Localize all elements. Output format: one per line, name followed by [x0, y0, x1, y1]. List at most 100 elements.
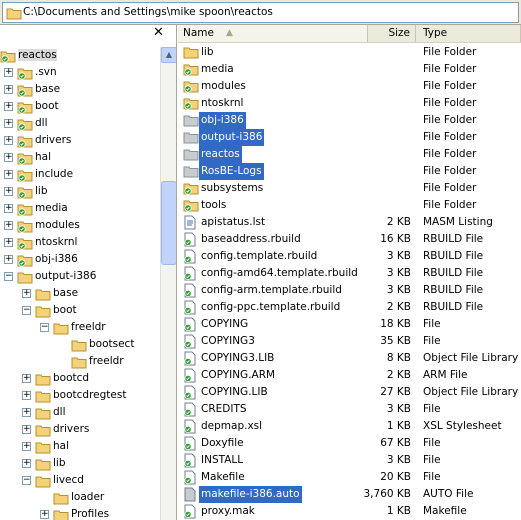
tree-item[interactable]: + dll	[0, 115, 160, 132]
tree-item[interactable]: + .svn	[0, 64, 160, 81]
expand-icon[interactable]: +	[4, 119, 13, 128]
expand-icon[interactable]: +	[22, 374, 31, 383]
expand-icon[interactable]: +	[22, 408, 31, 417]
tree-item[interactable]: + ntoskrnl	[0, 234, 160, 251]
file-type: File	[423, 454, 441, 466]
tree-item[interactable]: + bootcdregtest	[0, 387, 160, 404]
address-field[interactable]: C:\Documents and Settings\mike spoon\rea…	[2, 2, 519, 23]
file-row[interactable]: modules File Folder	[178, 78, 521, 95]
file-row[interactable]: COPYING3.LIB 8 KB Object File Library	[178, 350, 521, 367]
file-row[interactable]: ntoskrnl File Folder	[178, 95, 521, 112]
close-icon[interactable]: ✕	[153, 25, 164, 40]
file-size: 2 KB	[386, 301, 411, 313]
file-row[interactable]: media File Folder	[178, 61, 521, 78]
file-row[interactable]: depmap.xsl 1 KB XSL Stylesheet	[178, 418, 521, 435]
file-row[interactable]: COPYING 18 KB File	[178, 316, 521, 333]
tree-item[interactable]: + Profiles	[0, 506, 160, 520]
file-type: RBUILD File	[423, 284, 484, 296]
expand-icon[interactable]: +	[4, 85, 13, 94]
expand-icon[interactable]: +	[4, 153, 13, 162]
file-row[interactable]: proxy.mak 1 KB Makefile	[178, 503, 521, 520]
expand-icon[interactable]: +	[22, 459, 31, 468]
file-row[interactable]: Makefile 20 KB File	[178, 469, 521, 486]
expand-icon[interactable]: +	[4, 68, 13, 77]
file-row[interactable]: obj-i386 File Folder	[178, 112, 521, 129]
tree-item[interactable]: + include	[0, 166, 160, 183]
file-row[interactable]: config-ppc.template.rbuild 2 KB RBUILD Fil…	[178, 299, 521, 316]
file-name: tools	[201, 199, 227, 211]
file-row[interactable]: baseaddress.rbuild 16 KB RBUILD File	[178, 231, 521, 248]
tree-item[interactable]: + hal	[0, 438, 160, 455]
tree-item[interactable]: + dll	[0, 404, 160, 421]
tree-item[interactable]: bootsect	[0, 336, 160, 353]
file-row[interactable]: makefile-i386.auto 3,760 KB AUTO File	[178, 486, 521, 503]
tree-item[interactable]: freeldr	[0, 353, 160, 370]
expand-icon[interactable]: +	[22, 425, 31, 434]
tree-item[interactable]: + modules	[0, 217, 160, 234]
scroll-thumb[interactable]	[161, 181, 176, 265]
file-row[interactable]: config.template.rbuild 3 KB RBUILD File	[178, 248, 521, 265]
file-row[interactable]: COPYING3 35 KB File	[178, 333, 521, 350]
file-row[interactable]: Doxyfile 67 KB File	[178, 435, 521, 452]
file-size: 3 KB	[386, 267, 411, 279]
column-header-size[interactable]: Size	[368, 25, 416, 42]
expand-icon[interactable]: +	[4, 136, 13, 145]
expand-icon[interactable]: +	[4, 255, 13, 264]
tree-item[interactable]: + obj-i386	[0, 251, 160, 268]
tree-item[interactable]: − freeldr	[0, 319, 160, 336]
file-name: ntoskrnl	[201, 97, 244, 109]
file-row[interactable]: config-amd64.template.rbuild 3 KB RBUILD F…	[178, 265, 521, 282]
tree-item[interactable]: + base	[0, 285, 160, 302]
file-row[interactable]: reactos File Folder	[178, 146, 521, 163]
file-row[interactable]: RosBE-Logs File Folder	[178, 163, 521, 180]
tree-item[interactable]: − livecd	[0, 472, 160, 489]
expand-icon[interactable]: +	[4, 187, 13, 196]
expand-icon[interactable]: +	[22, 289, 31, 298]
tree-item[interactable]: + drivers	[0, 132, 160, 149]
expand-icon[interactable]: +	[4, 221, 13, 230]
column-header-type[interactable]: Type	[416, 25, 521, 42]
tree-item[interactable]: reactos	[0, 47, 160, 64]
collapse-icon[interactable]: −	[22, 306, 31, 315]
file-size: 1 KB	[386, 505, 411, 517]
tree-item[interactable]: + lib	[0, 183, 160, 200]
expand-icon[interactable]: +	[4, 102, 13, 111]
column-header-name[interactable]: Name ▲	[178, 25, 368, 42]
expand-icon[interactable]: +	[4, 204, 13, 213]
folder-icon	[183, 130, 199, 147]
file-row[interactable]: tools File Folder	[178, 197, 521, 214]
folder-tree-pane: ✕ reactos + .svn + base + boot + dll + drivers + hal…	[0, 25, 177, 520]
file-row[interactable]: subsystems File Folder	[178, 180, 521, 197]
column-type-label: Type	[423, 27, 448, 39]
collapse-icon[interactable]: −	[4, 272, 13, 281]
file-row[interactable]: output-i386 File Folder	[178, 129, 521, 146]
tree-item[interactable]: − boot	[0, 302, 160, 319]
tree-item[interactable]: + media	[0, 200, 160, 217]
tree-item[interactable]: + bootcd	[0, 370, 160, 387]
file-row[interactable]: config-arm.template.rbuild 3 KB RBUILD Fil…	[178, 282, 521, 299]
tree-item[interactable]: − output-i386	[0, 268, 160, 285]
tree-item[interactable]: + boot	[0, 98, 160, 115]
tree-item[interactable]: + drivers	[0, 421, 160, 438]
file-row[interactable]: apistatus.lst 2 KB MASM Listing	[178, 214, 521, 231]
tree-item[interactable]: + hal	[0, 149, 160, 166]
file-type: XSL Stylesheet	[423, 420, 502, 432]
file-row[interactable]: COPYING.ARM 2 KB ARM File	[178, 367, 521, 384]
expand-icon[interactable]: +	[22, 442, 31, 451]
file-row[interactable]: INSTALL 3 KB File	[178, 452, 521, 469]
expand-icon[interactable]: +	[4, 170, 13, 179]
file-row[interactable]: COPYING.LIB 27 KB Object File Library	[178, 384, 521, 401]
tree-item[interactable]: + base	[0, 81, 160, 98]
tree-item[interactable]: loader	[0, 489, 160, 506]
file-row[interactable]: lib File Folder	[178, 44, 521, 61]
scroll-up-icon[interactable]: ▲	[161, 47, 176, 63]
expand-icon[interactable]: +	[4, 238, 13, 247]
tree-item[interactable]: + lib	[0, 455, 160, 472]
collapse-icon[interactable]: −	[40, 323, 49, 332]
expand-icon[interactable]: +	[22, 391, 31, 400]
collapse-icon[interactable]: −	[22, 476, 31, 485]
expand-icon[interactable]: +	[40, 510, 49, 519]
folder-icon	[53, 508, 69, 520]
tree-scrollbar[interactable]: ▲	[160, 47, 176, 520]
file-row[interactable]: CREDITS 3 KB File	[178, 401, 521, 418]
